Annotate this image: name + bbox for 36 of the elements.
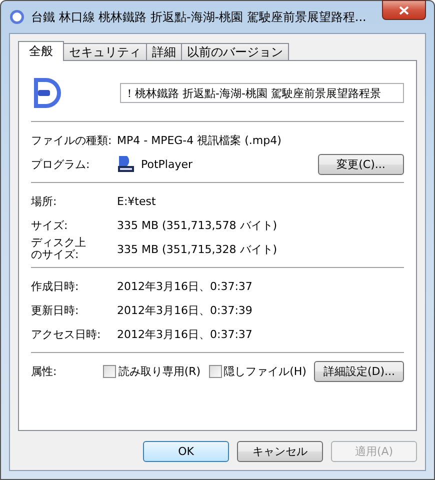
field-label: ファイルの種類:: [31, 134, 113, 146]
video-file-icon: [9, 9, 25, 25]
field-value: 2012年3月16日、0:37:37: [117, 278, 252, 294]
field-label: 更新日時:: [31, 304, 80, 316]
advanced-button[interactable]: 詳細設定(D)...: [314, 360, 404, 382]
change-button[interactable]: 変更(C)...: [318, 154, 404, 174]
field-value: 335 MB (351,713,578 バイト): [117, 218, 278, 232]
field-value: 2012年3月16日、0:37:37: [117, 326, 252, 342]
field-label: ディスク上: [31, 237, 86, 249]
field-label: 場所:: [31, 196, 58, 206]
field-label: サイズ:: [31, 220, 69, 230]
tab[interactable]: セキュリティ: [63, 43, 147, 60]
field-value: 335 MB (351,715,328 バイト): [117, 242, 278, 256]
player-icon: [117, 155, 135, 173]
file-name-field[interactable]: ！桃林鐵路 折返點-海湖-桃園 駕駛座前景展望路程景: [120, 83, 404, 103]
close-icon: [399, 6, 409, 14]
tab[interactable]: 以前のバージョン: [181, 43, 289, 60]
field-value: E:¥test: [117, 194, 156, 208]
checkbox[interactable]: [208, 364, 222, 378]
field-value: MP4 - MPEG-4 視訊檔案 (.mp4): [117, 132, 282, 148]
tab[interactable]: 詳細: [146, 43, 182, 60]
dialog-button[interactable]: キャンセル: [237, 441, 323, 462]
field-label: のサイズ:: [31, 249, 79, 261]
tab[interactable]: 全般: [18, 41, 64, 61]
close-button[interactable]: [382, 0, 426, 20]
checkbox-label: 読み取り専用(R): [118, 364, 201, 378]
field-label: プログラム:: [31, 158, 91, 170]
window-title: 台鐵 林口線 桃林鐵路 折返點-海湖-桃園 駕駛座前景展望路程...: [31, 8, 368, 26]
dialog-button[interactable]: OK: [143, 441, 229, 462]
field-value: 2012年3月16日、0:37:39: [117, 302, 252, 318]
field-label: アクセス日時:: [31, 328, 102, 340]
field-label: 属性:: [31, 366, 58, 376]
checkbox[interactable]: [103, 364, 116, 378]
field-label: 作成日時:: [31, 280, 80, 292]
field-value: PotPlayer: [141, 158, 193, 170]
checkbox-label: 隠しファイル(H): [224, 364, 306, 378]
